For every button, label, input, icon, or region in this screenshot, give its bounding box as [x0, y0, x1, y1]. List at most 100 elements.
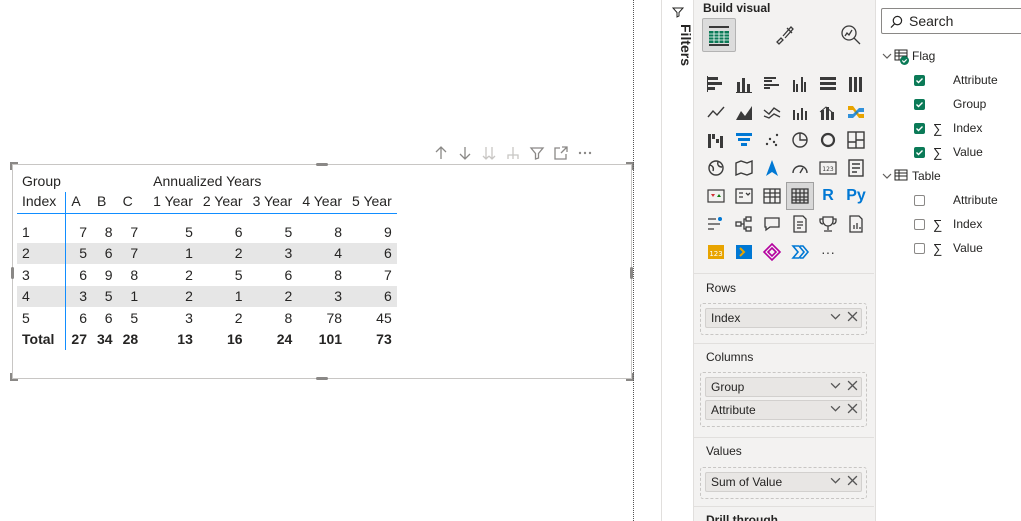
power-apps-icon[interactable]: 123 — [702, 238, 730, 266]
line-clustered-column-icon[interactable] — [786, 98, 814, 126]
key-influencers-icon[interactable] — [702, 210, 730, 238]
field-pill[interactable]: Index — [705, 308, 862, 328]
field-checkbox[interactable] — [914, 146, 925, 158]
filters-label[interactable]: Filters — [678, 24, 694, 66]
stacked-bar-chart-icon[interactable] — [702, 70, 730, 98]
donut-chart-icon[interactable] — [814, 126, 842, 154]
row-header[interactable]: 4 — [17, 285, 67, 307]
chevron-down-icon[interactable] — [830, 380, 841, 394]
qa-icon[interactable] — [758, 210, 786, 238]
field-checkbox[interactable] — [914, 74, 925, 86]
row-header[interactable]: 1 — [17, 221, 67, 243]
python-visual-icon[interactable]: Py — [842, 182, 870, 210]
search-input[interactable]: Search — [881, 8, 1021, 34]
focus-mode-icon[interactable] — [552, 144, 570, 162]
resize-handle[interactable] — [316, 163, 328, 166]
report-canvas[interactable]: Group Annualized Years Index A B C 1 Yea… — [0, 0, 634, 521]
field-row[interactable]: Group — [914, 92, 986, 116]
scatter-chart-icon[interactable] — [758, 126, 786, 154]
treemap-icon[interactable] — [842, 126, 870, 154]
field-row[interactable]: ∑ Index — [914, 116, 982, 140]
clustered-bar-chart-icon[interactable] — [758, 70, 786, 98]
column-header[interactable]: 5 Year — [347, 191, 397, 214]
row-header[interactable]: 3 — [17, 264, 67, 286]
field-row[interactable]: ∑ Value — [914, 140, 983, 164]
filled-map-icon[interactable] — [730, 154, 758, 182]
chevron-down-icon[interactable] — [830, 403, 841, 417]
resize-handle[interactable] — [11, 267, 14, 279]
more-visuals-icon[interactable]: ··· — [814, 238, 842, 266]
double-arrow-down-icon[interactable] — [480, 144, 498, 162]
multi-row-card-icon[interactable] — [842, 154, 870, 182]
filters-pane-collapsed[interactable]: Filters — [661, 0, 694, 521]
field-checkbox[interactable] — [914, 194, 925, 206]
expand-hierarchy-icon[interactable] — [504, 144, 522, 162]
chevron-down-icon[interactable] — [830, 475, 841, 489]
analytics-tab[interactable] — [834, 18, 868, 52]
gauge-icon[interactable] — [786, 154, 814, 182]
table-node-flag[interactable]: Flag — [880, 44, 935, 68]
field-row[interactable]: ∑ Index — [914, 212, 982, 236]
field-checkbox[interactable] — [914, 122, 925, 134]
line-chart-icon[interactable] — [702, 98, 730, 126]
rows-drop-zone[interactable]: Index — [700, 303, 867, 335]
ribbon-chart-icon[interactable] — [842, 98, 870, 126]
chevron-down-icon[interactable] — [880, 171, 894, 181]
close-icon[interactable] — [847, 380, 858, 394]
matrix-visual[interactable]: Group Annualized Years Index A B C 1 Yea… — [10, 162, 634, 381]
resize-handle[interactable] — [10, 373, 18, 381]
kpi-icon[interactable] — [702, 182, 730, 210]
column-header[interactable]: B — [92, 191, 118, 214]
field-checkbox[interactable] — [914, 242, 925, 254]
power-apps-diamond-icon[interactable] — [758, 238, 786, 266]
line-stacked-column-icon[interactable] — [814, 98, 842, 126]
field-pill[interactable]: Group — [705, 377, 862, 397]
100-stacked-bar-chart-icon[interactable] — [814, 70, 842, 98]
format-visual-tab[interactable] — [768, 18, 802, 52]
100-stacked-column-chart-icon[interactable] — [842, 70, 870, 98]
matrix-icon[interactable] — [786, 182, 814, 210]
column-header[interactable]: 1 Year — [143, 191, 198, 214]
arrow-up-icon[interactable] — [432, 144, 450, 162]
stacked-column-chart-icon[interactable] — [730, 70, 758, 98]
annualized-years-header[interactable]: Annualized Years — [143, 170, 397, 192]
column-header[interactable]: A — [65, 191, 92, 214]
field-checkbox[interactable] — [914, 98, 925, 110]
field-row[interactable]: ∑ Value — [914, 236, 983, 260]
area-chart-icon[interactable] — [730, 98, 758, 126]
column-header[interactable]: C — [117, 191, 144, 214]
filter-icon[interactable] — [528, 144, 546, 162]
close-icon[interactable] — [847, 311, 858, 325]
column-header[interactable]: 4 Year — [297, 191, 348, 214]
map-icon[interactable] — [702, 154, 730, 182]
row-header[interactable]: 2 — [17, 242, 67, 264]
stacked-area-chart-icon[interactable] — [758, 98, 786, 126]
close-icon[interactable] — [847, 403, 858, 417]
funnel-chart-icon[interactable] — [730, 126, 758, 154]
field-pill[interactable]: Attribute — [705, 400, 862, 420]
resize-handle[interactable] — [316, 377, 328, 380]
decomposition-tree-icon[interactable] — [730, 210, 758, 238]
close-icon[interactable] — [847, 475, 858, 489]
table-icon[interactable] — [758, 182, 786, 210]
columns-drop-zone[interactable]: Group Attribute — [700, 372, 867, 427]
power-automate-icon[interactable] — [730, 238, 758, 266]
card-icon[interactable]: 123 — [814, 154, 842, 182]
resize-handle[interactable] — [10, 162, 18, 170]
field-pill[interactable]: Sum of Value — [705, 472, 862, 492]
field-row[interactable]: Attribute — [914, 188, 998, 212]
metrics-icon[interactable] — [814, 210, 842, 238]
clustered-column-chart-icon[interactable] — [786, 70, 814, 98]
power-automate-flow-icon[interactable] — [786, 238, 814, 266]
slicer-icon[interactable] — [730, 182, 758, 210]
pie-chart-icon[interactable] — [786, 126, 814, 154]
field-checkbox[interactable] — [914, 218, 925, 230]
build-visual-tab[interactable] — [702, 18, 736, 52]
row-header[interactable]: 5 — [17, 307, 67, 329]
paginated-report-icon[interactable] — [842, 210, 870, 238]
chevron-down-icon[interactable] — [830, 311, 841, 325]
field-row[interactable]: Attribute — [914, 68, 998, 92]
smart-narrative-icon[interactable] — [786, 210, 814, 238]
chevron-down-icon[interactable] — [880, 51, 894, 61]
more-options-icon[interactable] — [576, 144, 594, 162]
